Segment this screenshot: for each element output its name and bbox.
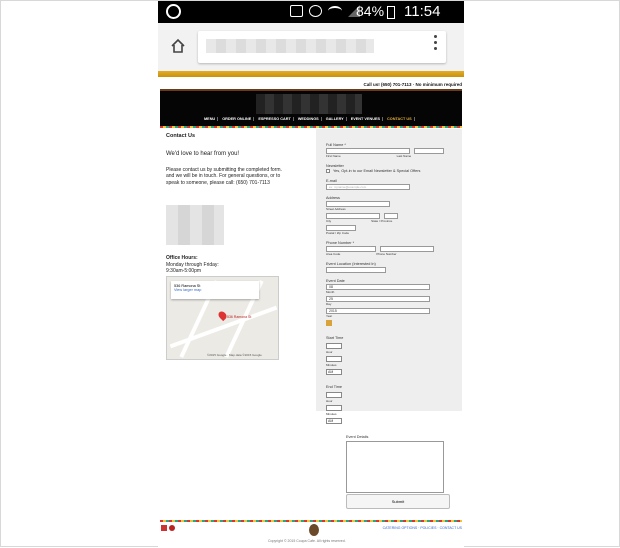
start-hour-sublabel: Hour <box>326 350 333 354</box>
first-name-sublabel: First Name <box>326 154 341 158</box>
whatsapp-icon <box>166 4 181 19</box>
event-details-label: Event Details <box>346 435 369 439</box>
status-bar: 84% 11:54 AM <box>158 1 464 37</box>
start-ampm-select[interactable]: AM <box>326 369 342 375</box>
menu-icon[interactable] <box>434 35 438 53</box>
mail-icon[interactable] <box>161 525 167 531</box>
mute-icon <box>290 5 303 17</box>
city-sublabel: City <box>326 219 332 223</box>
event-date-label: Event Date <box>326 279 345 283</box>
nav-contact-us[interactable]: CONTACT US <box>385 117 415 121</box>
month-sublabel: Month <box>326 290 335 294</box>
status-icons <box>290 5 360 17</box>
map-info-card: 536 Ramona St View larger map <box>171 281 259 299</box>
end-time-label: End Time <box>326 385 343 389</box>
intro-text-2: and we will be in touch. For general que… <box>166 173 281 187</box>
pinterest-icon[interactable] <box>169 525 175 531</box>
start-minute-sublabel: Minutes <box>326 363 337 367</box>
battery-percent: 84% <box>356 3 385 19</box>
copyright: Copyright © 2015 Coupa Cafe. All rights … <box>268 539 346 543</box>
email-input[interactable]: ex: myname@example.com <box>326 184 410 190</box>
address-label: Address <box>326 196 340 200</box>
map-attribution: ©2015 Google · Map data ©2015 Google <box>207 353 262 357</box>
social-links <box>161 525 175 531</box>
contact-info: Contact Us We'd love to hear from you! P… <box>166 133 286 275</box>
call-us-text: Call us! (650) 701-7113 · No minimum req… <box>363 82 462 87</box>
footer-links[interactable]: CATERING OPTIONS · POLICIES · CONTACT US <box>383 526 462 530</box>
newsletter-option: Yes, Opt-in to our Email Newsletter & Sp… <box>333 169 421 173</box>
event-day-input[interactable]: 25 <box>326 296 430 302</box>
hours-time: 9:30am-5:00pm <box>166 268 202 275</box>
intro-text-1: Please contact us by submitting the comp… <box>166 166 282 173</box>
start-time-label: Start Time <box>326 336 344 340</box>
hours-title: Office Hours: <box>166 254 198 261</box>
end-hour-sublabel: Hour <box>326 399 333 403</box>
footer-logo[interactable] <box>309 524 319 536</box>
contact-form: Full Name * First Name Last Name Newslet… <box>316 129 462 424</box>
alarm-icon <box>309 5 322 17</box>
site-header: MENU ORDER ONLINE ESPRESSO CART WEDDINGS… <box>160 89 462 126</box>
phone-label: Phone Number * <box>326 241 355 245</box>
nav-espresso-cart[interactable]: ESPRESSO CART <box>256 117 294 121</box>
site-logo[interactable] <box>256 94 362 114</box>
event-month-input[interactable]: 08 <box>326 284 430 290</box>
office-hours: Office Hours: Monday through Friday: 9:3… <box>166 255 286 275</box>
end-ampm-select[interactable]: AM <box>326 418 342 424</box>
intro-heading: We'd love to hear from you! <box>166 151 240 158</box>
start-minute-select[interactable] <box>326 356 342 362</box>
location-label: Event Location (Interested In) <box>326 262 376 266</box>
state-sublabel: State / Province <box>371 219 393 223</box>
nav-order-online[interactable]: ORDER ONLINE <box>220 117 255 121</box>
full-name-label: Full Name * <box>326 143 346 147</box>
submit-button[interactable]: Submit <box>346 494 450 509</box>
email-label: E-mail <box>326 179 337 183</box>
blurred-image <box>166 204 224 245</box>
last-name-input[interactable] <box>414 148 444 154</box>
screenshot-frame: 84% 11:54 AM Call us! (650) 701-7113 · N… <box>0 0 620 548</box>
wifi-icon <box>328 6 342 16</box>
battery-icon <box>387 6 395 19</box>
nav-weddings[interactable]: WEDDINGS <box>296 117 322 121</box>
header-divider <box>160 126 462 128</box>
page-title: Contact Us <box>166 133 196 139</box>
web-page: Call us! (650) 701-7113 · No minimum req… <box>158 77 464 548</box>
google-map[interactable]: 536 Ramona St View larger map 536 Ramona… <box>166 276 279 360</box>
event-details-textarea[interactable] <box>346 441 444 493</box>
home-icon[interactable] <box>170 38 186 54</box>
zip-sublabel: Postal / Zip Code <box>326 231 350 235</box>
day-sublabel: Day <box>326 302 332 306</box>
area-code-sublabel: Area Code <box>326 252 341 256</box>
browser-toolbar <box>158 23 464 71</box>
event-year-input[interactable]: 2015 <box>326 308 430 314</box>
location-select[interactable] <box>326 267 386 273</box>
hours-days: Monday through Friday: <box>166 261 219 268</box>
year-sublabel: Year <box>326 314 333 318</box>
last-name-sublabel: Last Name <box>396 154 412 158</box>
footer-divider <box>160 520 462 522</box>
nav-gallery[interactable]: GALLERY <box>324 117 347 121</box>
calendar-icon[interactable] <box>326 320 332 326</box>
street-sublabel: Street Address <box>326 207 346 211</box>
newsletter-label: Newsletter <box>326 164 344 168</box>
end-minute-select[interactable] <box>326 405 342 411</box>
start-hour-select[interactable] <box>326 343 342 349</box>
phone-sublabel: Phone Number <box>376 252 397 256</box>
view-larger-map-link[interactable]: View larger map <box>174 288 256 292</box>
map-pin-label: 536 Ramona St <box>227 315 252 319</box>
newsletter-checkbox[interactable] <box>326 169 330 173</box>
end-hour-select[interactable] <box>326 392 342 398</box>
nav-event-venues[interactable]: EVENT VENUES <box>349 117 384 121</box>
end-minute-sublabel: Minutes <box>326 412 337 416</box>
main-nav: MENU ORDER ONLINE ESPRESSO CART WEDDINGS… <box>202 117 415 121</box>
nav-menu[interactable]: MENU <box>202 117 219 121</box>
event-details-section: Event Details <box>346 435 446 493</box>
url-bar[interactable] <box>198 31 446 63</box>
url-blurred <box>206 39 374 53</box>
